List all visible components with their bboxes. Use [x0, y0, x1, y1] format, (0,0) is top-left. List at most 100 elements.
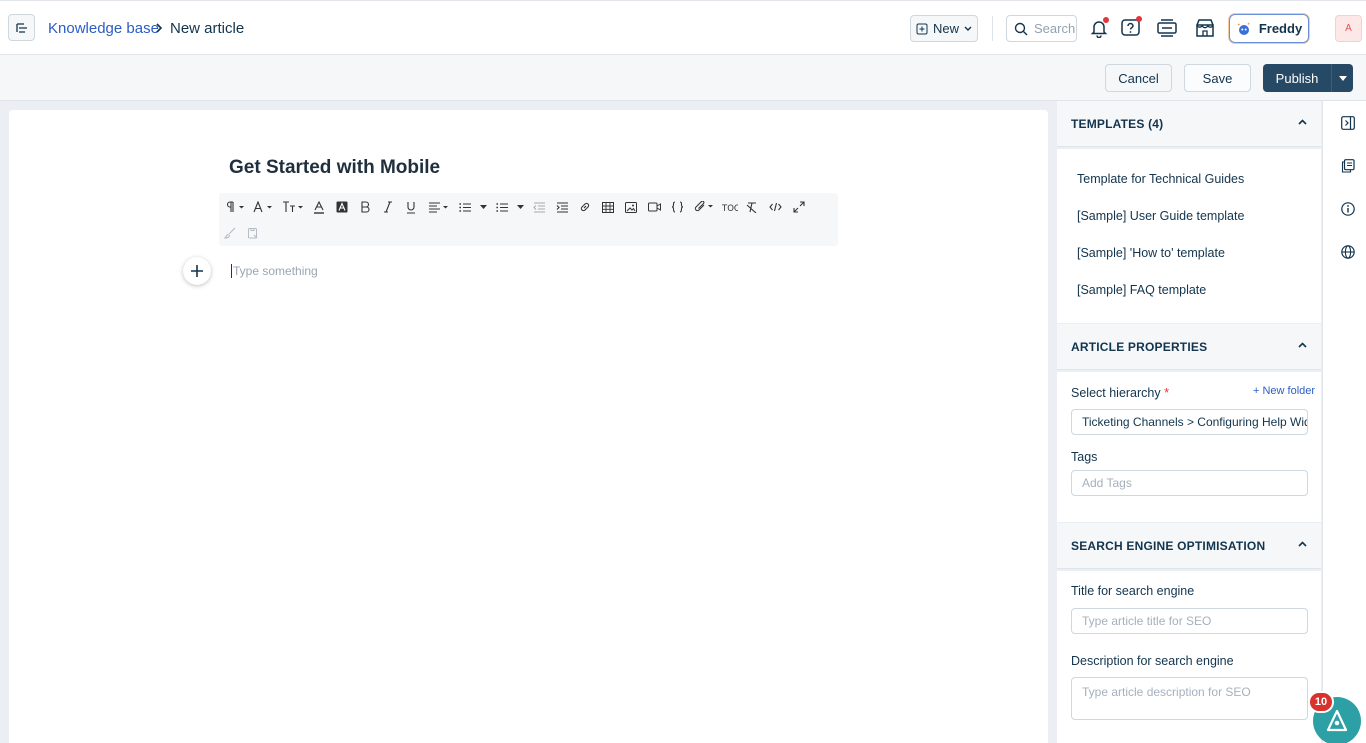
template-item[interactable]: [Sample] 'How to' template	[1077, 246, 1225, 260]
freddy-label: Freddy	[1258, 21, 1303, 36]
caret-down-icon	[479, 205, 487, 209]
required-mark: *	[1164, 385, 1170, 400]
insert-placeholder-button[interactable]	[670, 198, 684, 216]
underline-button[interactable]	[403, 198, 419, 216]
tags-label: Tags	[1071, 450, 1098, 464]
table-of-contents-button[interactable]: TOC	[722, 198, 738, 216]
user-avatar[interactable]: A	[1335, 15, 1362, 42]
seo-title-label: Title for search engine	[1071, 584, 1195, 598]
breadcrumb-current: New article	[170, 20, 245, 37]
article-properties-heading: ARTICLE PROPERTIES	[1071, 339, 1208, 354]
template-item[interactable]: [Sample] FAQ template	[1077, 283, 1206, 297]
hierarchy-select[interactable]: Ticketing Channels > Configuring Help Wi…	[1071, 409, 1308, 435]
templates-rail-button[interactable]	[1338, 156, 1358, 176]
outdent-button[interactable]	[532, 198, 546, 216]
chevron-right-icon	[154, 22, 164, 34]
template-item[interactable]: [Sample] User Guide template	[1077, 209, 1244, 223]
indent-icon	[556, 201, 568, 213]
italic-icon	[384, 201, 392, 213]
insert-link-button[interactable]	[578, 198, 592, 216]
info-icon	[1341, 202, 1355, 216]
text-cursor	[231, 264, 232, 278]
templates-section-header[interactable]: TEMPLATES (4)	[1057, 101, 1321, 147]
header-divider	[992, 16, 993, 41]
paragraph-icon	[226, 201, 244, 212]
unordered-list-dropdown[interactable]	[515, 198, 525, 216]
underline-icon	[407, 201, 415, 214]
apps-button[interactable]	[1155, 16, 1179, 40]
add-block-button[interactable]	[183, 257, 211, 285]
freddy-button[interactable]: Freddy	[1229, 14, 1309, 43]
seo-section-header[interactable]: SEARCH ENGINE OPTIMISATION	[1057, 523, 1321, 569]
fullscreen-button[interactable]	[792, 198, 806, 216]
expand-icon	[793, 201, 805, 213]
globe-icon	[1341, 245, 1355, 259]
chevron-down-icon	[964, 26, 972, 31]
caret-down-icon	[516, 205, 524, 209]
collapse-panel-button[interactable]	[1338, 113, 1358, 133]
plus-icon	[191, 265, 203, 277]
notifications-button[interactable]	[1087, 16, 1111, 40]
template-item[interactable]: Template for Technical Guides	[1077, 172, 1244, 186]
font-icon	[253, 201, 272, 213]
ordered-list-button[interactable]	[458, 198, 472, 216]
new-folder-link[interactable]: + New folder	[1253, 385, 1315, 397]
outdent-icon	[533, 201, 545, 213]
paragraph-format-button[interactable]	[224, 198, 246, 216]
cancel-button[interactable]: Cancel	[1105, 64, 1172, 92]
caret-down-icon	[1338, 75, 1347, 81]
hierarchy-label-text: Select hierarchy	[1071, 386, 1161, 400]
sidebar-toggle-button[interactable]	[8, 14, 35, 41]
seo-description-input[interactable]: Type article description for SEO	[1071, 677, 1308, 720]
article-title[interactable]: Get Started with Mobile	[229, 157, 440, 179]
font-size-button[interactable]	[281, 198, 305, 216]
article-properties-section-header[interactable]: ARTICLE PROPERTIES	[1057, 324, 1321, 370]
format-painter-button[interactable]	[223, 224, 237, 242]
insert-table-button[interactable]	[601, 198, 615, 216]
italic-button[interactable]	[380, 198, 396, 216]
svg-text:TOC: TOC	[722, 204, 738, 212]
ordered-list-icon	[459, 202, 471, 212]
publish-dropdown-button[interactable]	[1331, 64, 1353, 92]
tags-input[interactable]: Add Tags	[1071, 470, 1308, 496]
new-button-label: New	[932, 21, 959, 36]
freddy-ai-icon	[1237, 22, 1250, 35]
search-input[interactable]: Search	[1006, 15, 1077, 42]
chevron-up-icon	[1298, 342, 1307, 348]
insert-attachment-button[interactable]	[694, 198, 716, 216]
insert-image-button[interactable]	[624, 198, 638, 216]
breadcrumb-knowledge-base[interactable]: Knowledge base	[48, 20, 159, 37]
help-button[interactable]	[1119, 16, 1143, 40]
highlight-icon	[336, 201, 348, 212]
chevron-up-icon	[1298, 119, 1307, 125]
font-size-icon	[283, 201, 303, 212]
search-icon	[1014, 22, 1028, 35]
info-rail-button[interactable]	[1338, 199, 1358, 219]
bold-button[interactable]	[357, 198, 373, 216]
publish-button[interactable]: Publish	[1263, 64, 1331, 92]
unordered-list-button[interactable]	[495, 198, 509, 216]
font-family-button[interactable]	[252, 198, 274, 216]
new-button[interactable]: New	[910, 15, 978, 42]
save-button[interactable]: Save	[1184, 64, 1251, 92]
ordered-list-dropdown[interactable]	[478, 198, 488, 216]
help-dot	[1136, 16, 1142, 22]
clear-paste-button[interactable]	[246, 224, 260, 242]
indent-button[interactable]	[555, 198, 569, 216]
align-button[interactable]	[428, 198, 450, 216]
clear-formatting-button[interactable]	[745, 198, 759, 216]
marketplace-button[interactable]	[1193, 16, 1217, 40]
background-color-button[interactable]	[334, 198, 350, 216]
text-color-button[interactable]	[311, 198, 327, 216]
toc-icon: TOC	[722, 204, 738, 212]
code-view-button[interactable]	[768, 198, 782, 216]
menu-tree-icon	[15, 22, 27, 33]
editor-toolbar: TOC	[219, 193, 838, 246]
assistant-logo-icon	[1326, 709, 1348, 732]
insert-video-button[interactable]	[647, 198, 661, 216]
store-icon	[1196, 19, 1214, 37]
article-body-input[interactable]: Type something	[233, 264, 318, 278]
seo-heading: SEARCH ENGINE OPTIMISATION	[1071, 538, 1266, 553]
translations-rail-button[interactable]	[1338, 242, 1358, 262]
seo-title-input[interactable]: Type article title for SEO	[1071, 608, 1308, 634]
